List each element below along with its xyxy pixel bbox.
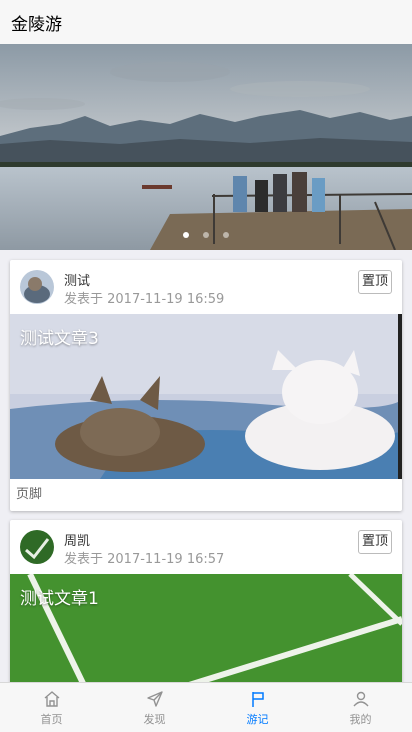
tab-home[interactable]: 首页 xyxy=(0,683,103,732)
tab-profile[interactable]: 我的 xyxy=(309,683,412,732)
avatar xyxy=(20,530,54,564)
post-cover[interactable]: 测试文章1 xyxy=(10,574,402,682)
pin-button[interactable]: 置顶 xyxy=(357,530,392,554)
avatar xyxy=(20,270,54,304)
home-icon xyxy=(44,690,59,707)
post-date: 发表于 2017-11-19 16:59 xyxy=(64,292,225,307)
post-footer: 页脚 xyxy=(16,487,43,502)
post-card[interactable]: 周凯 发表于 2017-11-19 16:57 置顶 测试文章1 xyxy=(10,520,402,682)
bottom-tab-bar: 首页 发现 游记 我的 xyxy=(0,682,412,732)
user-icon xyxy=(352,691,369,706)
carousel-dot[interactable] xyxy=(183,232,189,238)
post-cover[interactable]: 测试文章3 xyxy=(10,314,402,479)
tab-discover[interactable]: 发现 xyxy=(103,683,206,732)
banner-carousel[interactable] xyxy=(0,44,412,250)
post-author: 测试 xyxy=(64,274,91,289)
post-header: 周凯 发表于 2017-11-19 16:57 置顶 xyxy=(10,520,402,574)
tab-label: 首页 xyxy=(40,712,63,726)
post-title: 测试文章1 xyxy=(20,589,99,609)
flag-icon xyxy=(251,691,264,707)
app-header: 金陵游 xyxy=(0,0,412,44)
tab-travel-notes[interactable]: 游记 xyxy=(206,683,309,732)
lake-mountain-photo xyxy=(0,44,412,250)
carousel-dot[interactable] xyxy=(203,232,209,238)
post-title: 测试文章3 xyxy=(20,329,99,349)
post-author: 周凯 xyxy=(64,534,91,549)
tab-label: 游记 xyxy=(246,712,269,726)
carousel-indicators xyxy=(0,232,412,238)
post-date: 发表于 2017-11-19 16:57 xyxy=(64,552,225,567)
carousel-dot[interactable] xyxy=(223,232,229,238)
tab-label: 我的 xyxy=(349,712,372,726)
page-title: 金陵游 xyxy=(11,14,62,35)
pin-button[interactable]: 置顶 xyxy=(357,270,392,294)
post-header: 测试 发表于 2017-11-19 16:59 置顶 xyxy=(10,260,402,314)
tab-label: 发现 xyxy=(143,712,166,726)
send-icon xyxy=(146,690,163,707)
post-card[interactable]: 测试 发表于 2017-11-19 16:59 置顶 测试文章3 页脚 xyxy=(10,260,402,511)
post-feed[interactable]: 测试 发表于 2017-11-19 16:59 置顶 测试文章3 页脚 周凯 发… xyxy=(0,250,412,682)
